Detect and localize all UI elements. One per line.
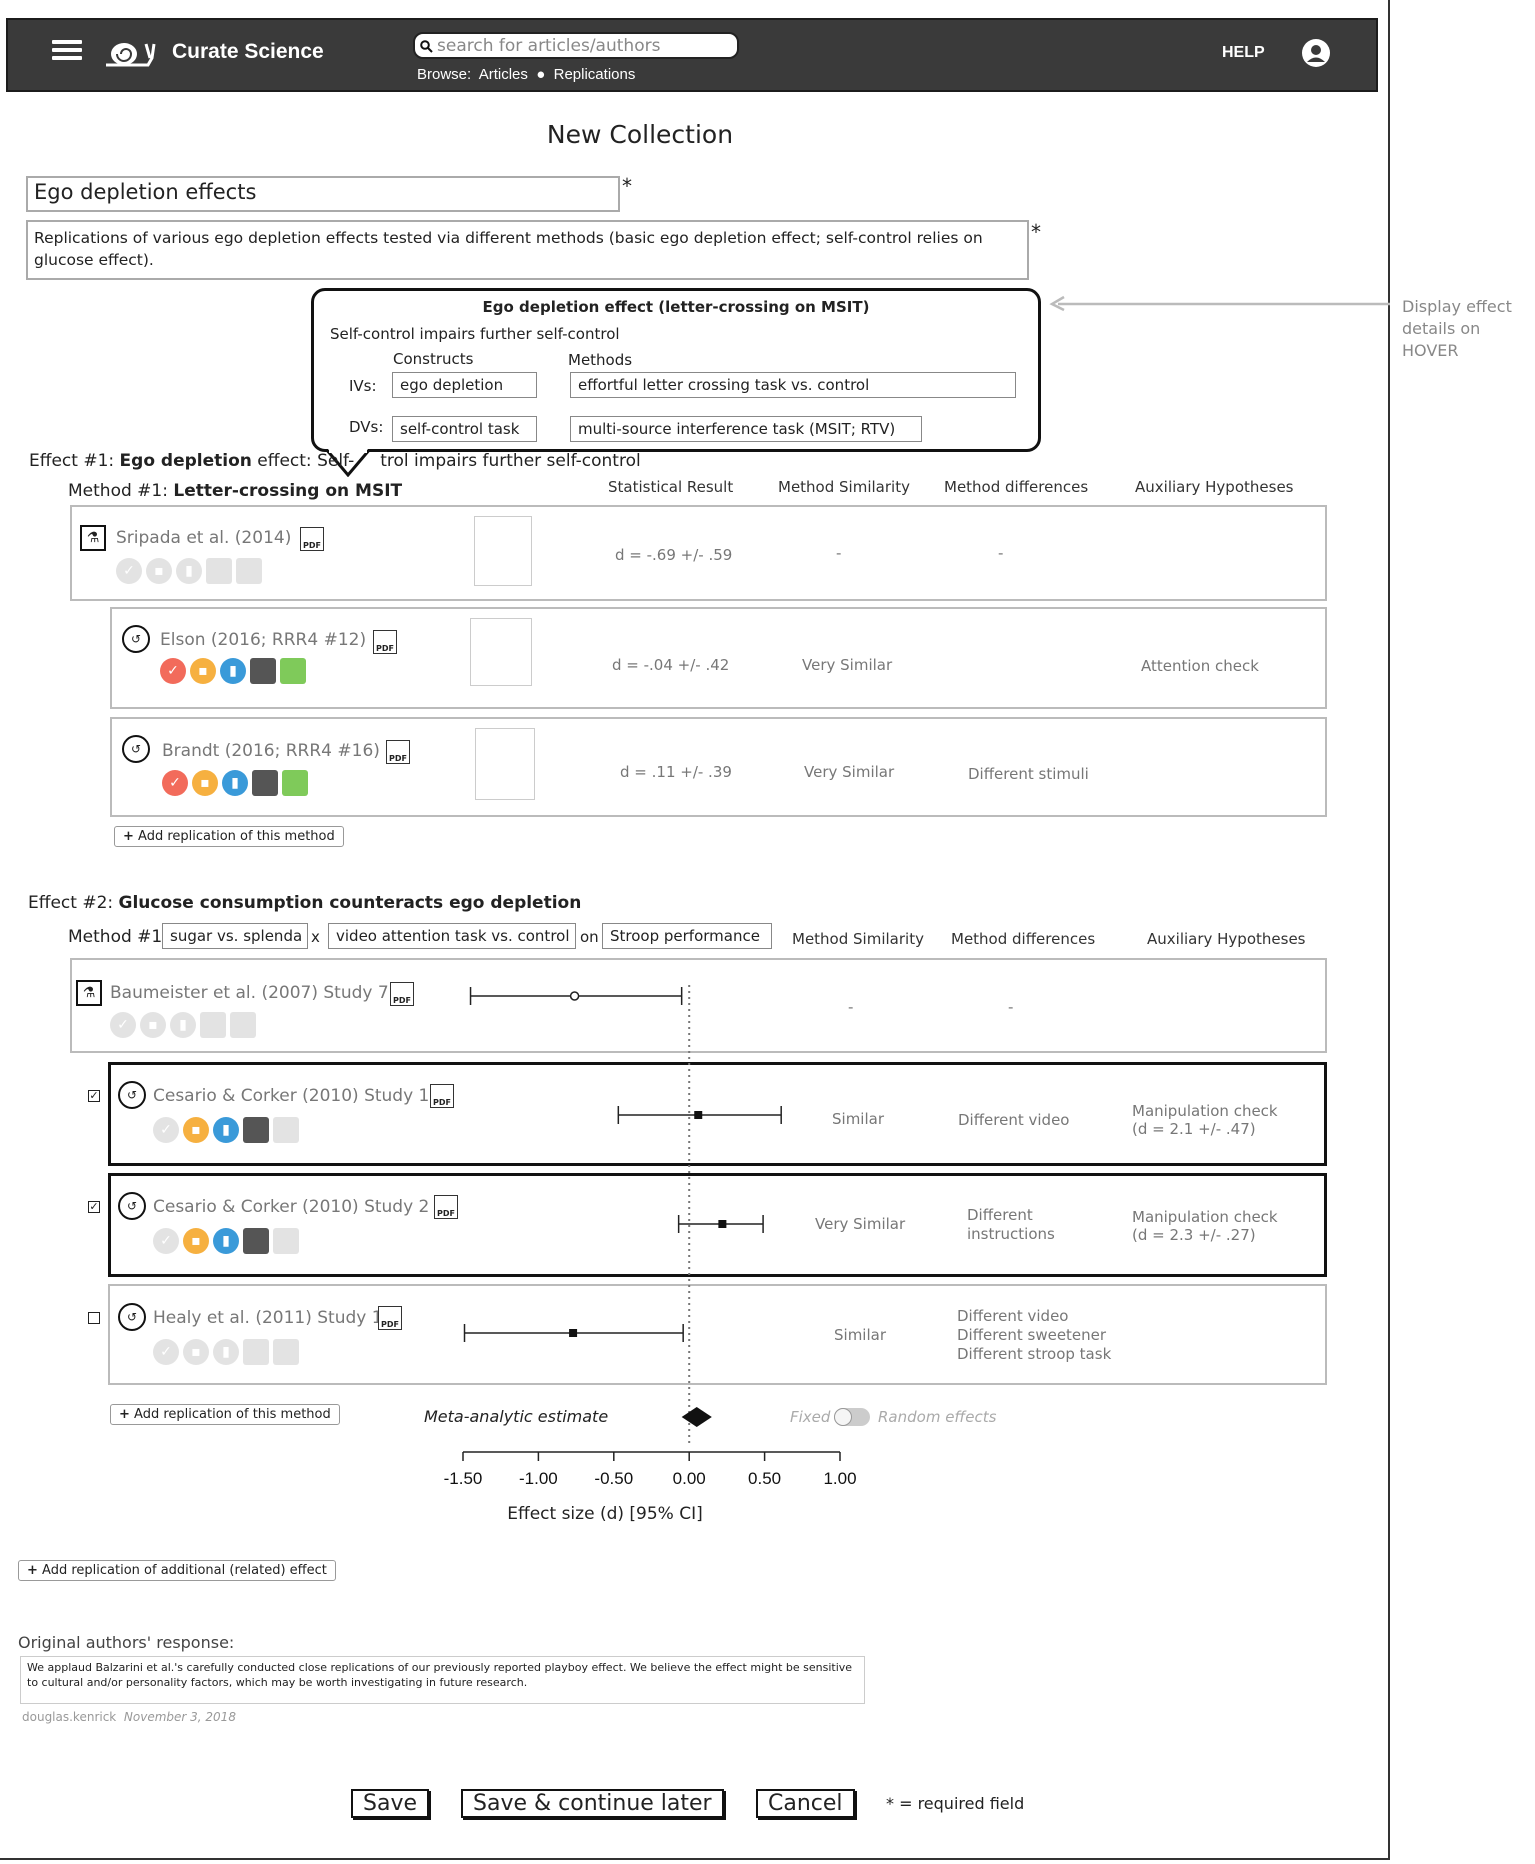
response-text[interactable]: We applaud Balzarini et al.'s carefully … xyxy=(20,1656,865,1704)
cancel-button[interactable]: Cancel xyxy=(756,1789,855,1818)
x-tick-label: -0.50 xyxy=(594,1469,633,1488)
save-button[interactable]: Save xyxy=(351,1789,430,1818)
save-continue-later-button[interactable]: Save & continue later xyxy=(461,1789,724,1818)
required-note: * = required field xyxy=(886,1794,1025,1813)
x-tick-label: 0.00 xyxy=(673,1469,706,1488)
forest-plot: -1.50 -1.00 -0.50 0.00 0.50 1.00 xyxy=(444,985,857,1488)
point-estimate xyxy=(694,1111,703,1119)
x-tick-label: -1.50 xyxy=(444,1469,483,1488)
point-estimate xyxy=(569,991,580,1001)
response-meta: douglas.kenrick November 3, 2018 xyxy=(22,1710,236,1724)
meta-analytic-diamond xyxy=(681,1407,712,1427)
x-tick-label: 1.00 xyxy=(823,1469,856,1488)
x-tick-label: -1.00 xyxy=(519,1469,558,1488)
response-label: Original authors' response: xyxy=(18,1633,235,1652)
point-estimate xyxy=(569,1329,578,1337)
x-tick-label: 0.50 xyxy=(748,1469,781,1488)
forest-x-label: Effect size (d) [95% CI] xyxy=(507,1504,703,1524)
add-related-effect-button[interactable]: + Add replication of additional (related… xyxy=(18,1560,336,1581)
point-estimate xyxy=(718,1220,727,1228)
